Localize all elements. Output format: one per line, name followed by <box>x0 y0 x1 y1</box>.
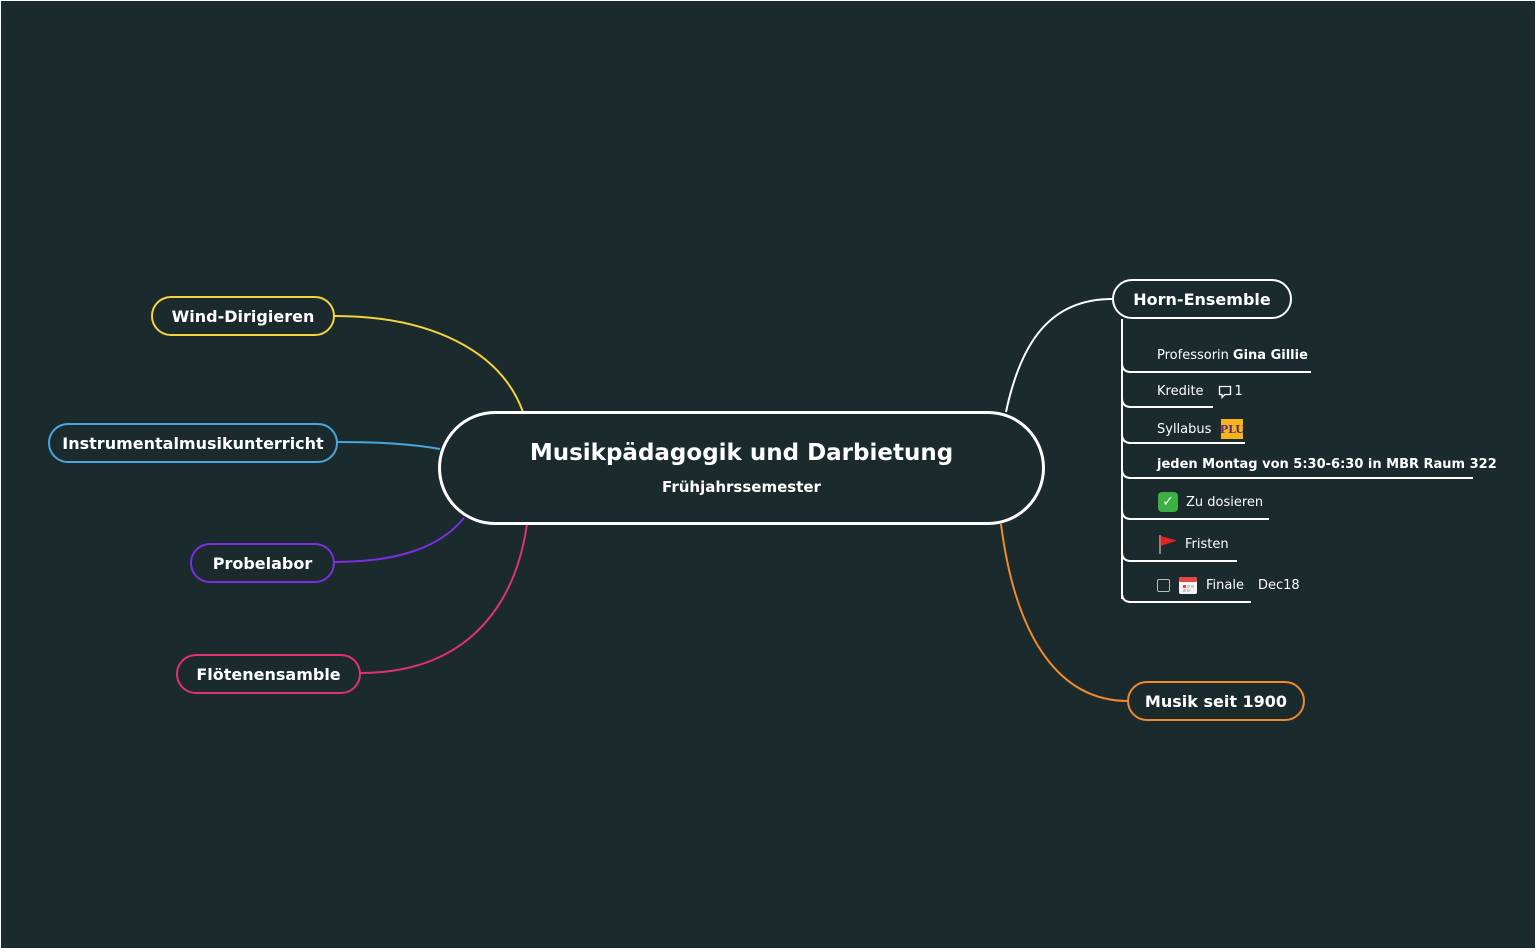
underline <box>1129 477 1473 479</box>
red-flag-icon <box>1159 535 1177 554</box>
central-topic[interactable]: Musikpädagogik und Darbietung Frühjahrss… <box>438 411 1045 525</box>
connector-horn-ensemble <box>1005 298 1113 413</box>
underline <box>1129 371 1311 373</box>
checkbox-icon[interactable] <box>1157 578 1170 592</box>
subtopic-deadlines[interactable]: Fristen <box>1157 533 1229 555</box>
subtopic-credits[interactable]: Kredite 1 <box>1157 384 1243 399</box>
final-date: Dec18 <box>1257 577 1300 593</box>
topic-horn-ensemble[interactable]: Horn-Ensemble <box>1112 279 1292 319</box>
schedule-text: jeden Montag von 5:30-6:30 in MBR Raum 3… <box>1157 457 1497 472</box>
underline <box>1129 406 1213 408</box>
check-mark-icon: ✓ <box>1158 492 1178 512</box>
todo-label: Zu dosieren <box>1186 494 1264 510</box>
topic-musik-seit-1900[interactable]: Musik seit 1900 <box>1127 681 1305 721</box>
syllabus-label: Syllabus <box>1157 421 1212 437</box>
topic-label: Flötenensamble <box>196 664 341 684</box>
comment-count: 1 <box>1234 384 1243 399</box>
topic-label: Horn-Ensemble <box>1133 289 1271 309</box>
topic-instrumentalmusikunterricht[interactable]: Instrumentalmusikunterricht <box>48 423 338 463</box>
subtopic-final[interactable]: Finale Dec18 <box>1157 575 1300 595</box>
underline <box>1129 560 1237 562</box>
connector-floetenensamble <box>359 523 528 674</box>
connector-musik-seit-1900 <box>1000 523 1129 702</box>
central-title: Musikpädagogik und Darbietung <box>529 440 954 466</box>
deadlines-label: Fristen <box>1185 536 1229 552</box>
professor-prefix: Professorin <box>1157 348 1229 363</box>
underline <box>1129 442 1245 444</box>
central-subtitle: Frühjahrssemester <box>662 478 821 496</box>
connector-instrumentalmusikunterricht <box>336 441 441 450</box>
credits-label: Kredite <box>1157 384 1204 399</box>
subtopic-professor[interactable]: Professorin Gina Gillie <box>1157 348 1308 363</box>
comment-icon[interactable] <box>1218 385 1232 399</box>
topic-floetenensamble[interactable]: Flötenensamble <box>176 654 361 694</box>
topic-probelabor[interactable]: Probelabor <box>190 543 335 583</box>
final-label: Finale <box>1206 577 1244 593</box>
connector-probelabor <box>333 517 465 563</box>
mind-map-canvas: Musikpädagogik und Darbietung Frühjahrss… <box>1 1 1535 948</box>
calendar-icon <box>1179 577 1197 594</box>
topic-label: Wind-Dirigieren <box>171 306 315 326</box>
underline <box>1129 601 1251 603</box>
topic-label: Instrumentalmusikunterricht <box>62 433 324 453</box>
professor-name: Gina Gillie <box>1232 348 1308 363</box>
connector-wind-dirigieren <box>333 315 524 413</box>
topic-label: Probelabor <box>212 553 313 573</box>
subtopic-todo[interactable]: ✓ Zu dosieren <box>1158 492 1263 512</box>
subtopic-syllabus[interactable]: Syllabus PLU <box>1157 419 1245 439</box>
topic-wind-dirigieren[interactable]: Wind-Dirigieren <box>151 296 335 336</box>
topic-label: Musik seit 1900 <box>1144 691 1288 711</box>
subtopic-schedule[interactable]: jeden Montag von 5:30-6:30 in MBR Raum 3… <box>1157 457 1497 472</box>
underline <box>1129 518 1269 520</box>
plu-logo-icon[interactable]: PLU <box>1220 419 1245 439</box>
